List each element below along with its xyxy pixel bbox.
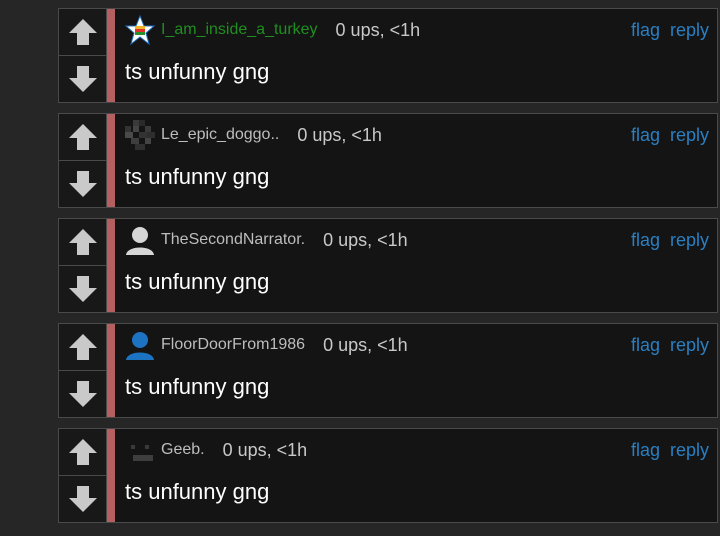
upvote-button[interactable] [59, 9, 106, 56]
comment-body: ts unfunny gng [125, 269, 270, 294]
comment-actions: flag reply [631, 20, 709, 41]
flag-link[interactable]: flag [631, 125, 660, 146]
comment-meta: 0 ups, <1h [323, 334, 408, 355]
comment-accent-stripe [107, 219, 115, 312]
arrow-down-icon [68, 171, 97, 197]
comment-meta: 0 ups, <1h [335, 19, 421, 40]
comment-header: Le_epic_doggo.. 0 ups, <1h flag reply [125, 120, 709, 150]
pixel-pattern-icon[interactable] [125, 120, 155, 150]
arrow-up-icon [68, 19, 97, 45]
blue-user-icon[interactable] [125, 330, 155, 360]
comment-body: ts unfunny gng [125, 59, 270, 84]
vote-column [59, 9, 107, 102]
downvote-button[interactable] [59, 161, 106, 207]
comment-username[interactable]: FloorDoorFrom1986 [161, 336, 305, 354]
upvote-button[interactable] [59, 114, 106, 161]
reply-link[interactable]: reply [670, 20, 709, 41]
arrow-up-icon [68, 439, 97, 465]
comment-header: TheSecondNarrator. 0 ups, <1h flag reply [125, 225, 709, 255]
comment-card: TheSecondNarrator. 0 ups, <1h flag reply… [58, 218, 718, 313]
arrow-down-icon [68, 66, 97, 92]
upvote-button[interactable] [59, 219, 106, 266]
vote-column [59, 429, 107, 522]
comment-header: Geeb. 0 ups, <1h flag reply [125, 437, 709, 463]
arrow-up-icon [68, 124, 97, 150]
comment-accent-stripe [107, 429, 115, 522]
pixel-face-icon[interactable] [125, 435, 155, 465]
flag-link[interactable]: flag [631, 440, 660, 461]
comment-header: FloorDoorFrom1986 0 ups, <1h flag reply [125, 330, 709, 360]
comment-body: ts unfunny gng [125, 164, 270, 189]
arrow-down-icon [68, 381, 97, 407]
comment-username[interactable]: I_am_inside_a_turkey [161, 21, 318, 39]
arrow-down-icon [68, 276, 97, 302]
comment-card: Geeb. 0 ups, <1h flag reply ts unfunny g… [58, 428, 718, 523]
flag-link[interactable]: flag [631, 20, 660, 41]
reply-link[interactable]: reply [670, 440, 709, 461]
comment-actions: flag reply [631, 230, 709, 251]
comment-meta: 0 ups, <1h [222, 439, 308, 460]
star-badge-icon[interactable] [125, 15, 155, 45]
arrow-up-icon [68, 229, 97, 255]
vote-column [59, 114, 107, 207]
reply-link[interactable]: reply [670, 125, 709, 146]
comment-accent-stripe [107, 114, 115, 207]
downvote-button[interactable] [59, 371, 106, 417]
comment-card: Le_epic_doggo.. 0 ups, <1h flag reply ts… [58, 113, 718, 208]
comment-meta: 0 ups, <1h [297, 124, 382, 145]
comment-body: ts unfunny gng [125, 479, 270, 504]
arrow-up-icon [68, 334, 97, 360]
comment-accent-stripe [107, 9, 115, 102]
comment-actions: flag reply [631, 335, 709, 356]
comment-username[interactable]: Geeb. [161, 441, 205, 459]
reply-link[interactable]: reply [670, 335, 709, 356]
downvote-button[interactable] [59, 56, 106, 102]
arrow-down-icon [68, 486, 97, 512]
comment-actions: flag reply [631, 440, 709, 461]
reply-link[interactable]: reply [670, 230, 709, 251]
comment-card: I_am_inside_a_turkey 0 ups, <1h flag rep… [58, 8, 718, 103]
flag-link[interactable]: flag [631, 335, 660, 356]
downvote-button[interactable] [59, 266, 106, 312]
comment-body: ts unfunny gng [125, 374, 270, 399]
upvote-button[interactable] [59, 324, 106, 371]
comment-accent-stripe [107, 324, 115, 417]
flag-link[interactable]: flag [631, 230, 660, 251]
comment-card: FloorDoorFrom1986 0 ups, <1h flag reply … [58, 323, 718, 418]
comment-header: I_am_inside_a_turkey 0 ups, <1h flag rep… [125, 15, 709, 45]
vote-column [59, 219, 107, 312]
comment-meta: 0 ups, <1h [323, 229, 408, 250]
upvote-button[interactable] [59, 429, 106, 476]
comment-username[interactable]: TheSecondNarrator. [161, 231, 305, 249]
downvote-button[interactable] [59, 476, 106, 522]
default-user-icon[interactable] [125, 225, 155, 255]
comment-list: I_am_inside_a_turkey 0 ups, <1h flag rep… [58, 8, 718, 533]
vote-column [59, 324, 107, 417]
comment-username[interactable]: Le_epic_doggo.. [161, 126, 279, 144]
comment-actions: flag reply [631, 125, 709, 146]
